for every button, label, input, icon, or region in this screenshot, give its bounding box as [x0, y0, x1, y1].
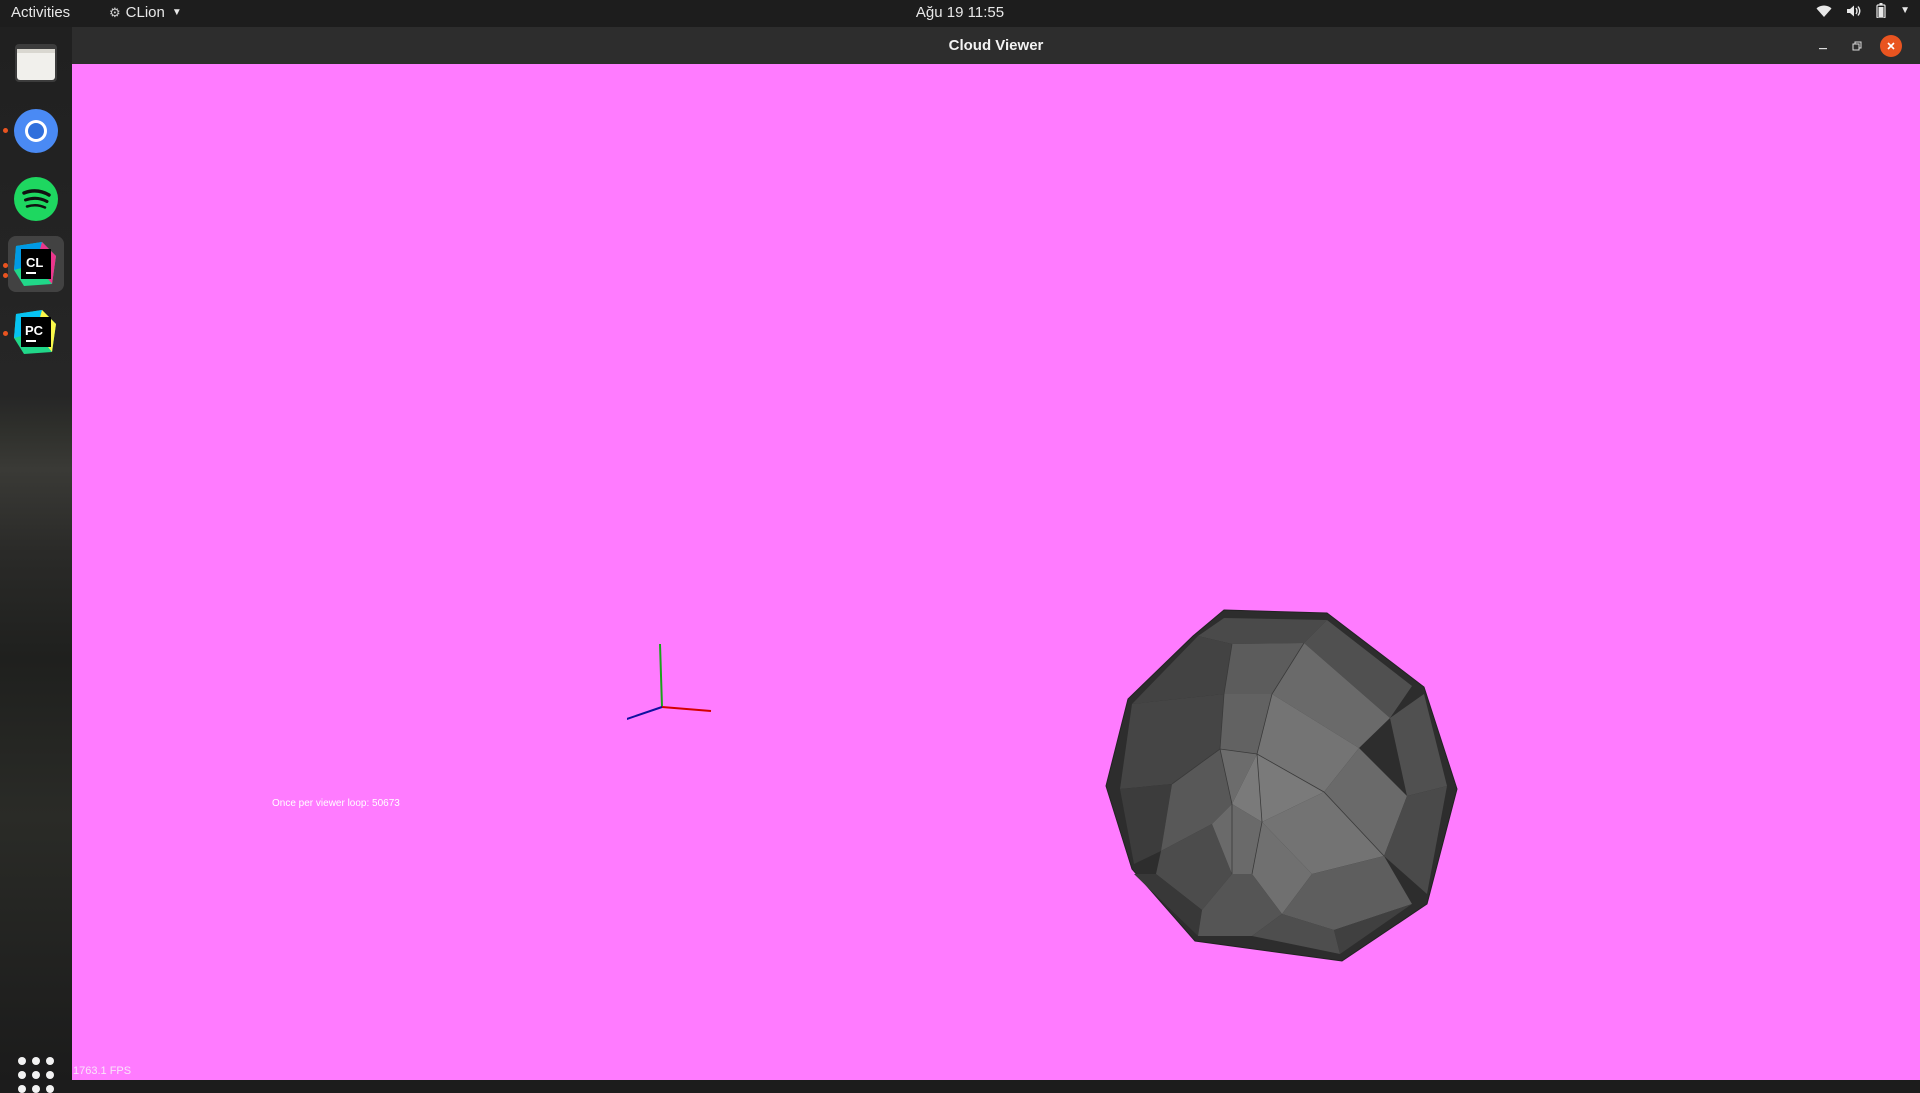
grid-dot-icon [32, 1085, 40, 1093]
pycharm-icon-label: PC [25, 323, 44, 338]
clock[interactable]: Ağu 19 11:55 [916, 4, 1004, 21]
axis-x [661, 706, 712, 712]
close-button[interactable] [1880, 35, 1902, 57]
title-bar[interactable]: Cloud Viewer [72, 27, 1920, 65]
window-title: Cloud Viewer [948, 37, 1044, 54]
battery-icon[interactable] [1876, 3, 1886, 18]
dock-item-files[interactable] [8, 35, 64, 91]
cloud-viewer-window: Cloud Viewer Once per viewer loop: 50673… [72, 27, 1920, 1080]
app-menu[interactable]: ⚙ CLion ▼ [109, 4, 182, 21]
grid-dot-icon [32, 1057, 40, 1065]
dock-item-chromium[interactable] [8, 103, 64, 159]
chevron-down-icon: ▼ [171, 7, 182, 18]
clion-icon-label: CL [26, 255, 43, 270]
restore-icon [1852, 41, 1862, 51]
gear-icon: ⚙ [109, 4, 121, 20]
axis-z [627, 706, 663, 721]
clion-icon: CL [14, 242, 56, 286]
grid-dot-icon [46, 1085, 54, 1093]
polyhedron-sphere [1105, 609, 1458, 962]
grid-dot-icon [46, 1057, 54, 1065]
dock: CL PC [0, 27, 72, 1093]
minimize-button[interactable] [1812, 35, 1834, 57]
pycharm-icon: PC [14, 310, 56, 354]
grid-dot-icon [18, 1057, 26, 1065]
spotify-icon [14, 177, 58, 221]
dock-item-spotify[interactable] [8, 171, 64, 227]
loop-counter-text: Once per viewer loop: 50673 [272, 798, 400, 809]
wifi-icon[interactable] [1816, 4, 1832, 18]
files-icon [15, 44, 57, 82]
dock-item-clion[interactable]: CL [8, 236, 64, 292]
dock-item-pycharm[interactable]: PC [8, 304, 64, 360]
volume-icon[interactable] [1846, 4, 1862, 18]
power-menu-chevron-icon[interactable]: ▼ [1900, 5, 1910, 16]
chromium-icon [14, 109, 58, 153]
3d-viewport[interactable]: Once per viewer loop: 50673 1763.1 FPS [72, 64, 1920, 1080]
grid-dot-icon [18, 1085, 26, 1093]
system-tray[interactable]: ▼ [1816, 3, 1910, 18]
axis-y [659, 643, 663, 708]
window-controls [1812, 35, 1902, 57]
grid-dot-icon [32, 1071, 40, 1079]
activities-button[interactable]: Activities [11, 4, 70, 21]
coordinate-axes [627, 643, 712, 721]
close-icon [1887, 42, 1895, 50]
top-bar: Activities ⚙ CLion ▼ Ağu 19 11:55 ▼ [0, 0, 1920, 27]
show-applications-button[interactable] [18, 1057, 54, 1093]
minimize-icon [1819, 48, 1827, 50]
grid-dot-icon [46, 1071, 54, 1079]
maximize-button[interactable] [1846, 35, 1868, 57]
app-menu-label: CLion [125, 4, 165, 21]
grid-dot-icon [18, 1071, 26, 1079]
fps-counter: 1763.1 FPS [73, 1065, 132, 1077]
